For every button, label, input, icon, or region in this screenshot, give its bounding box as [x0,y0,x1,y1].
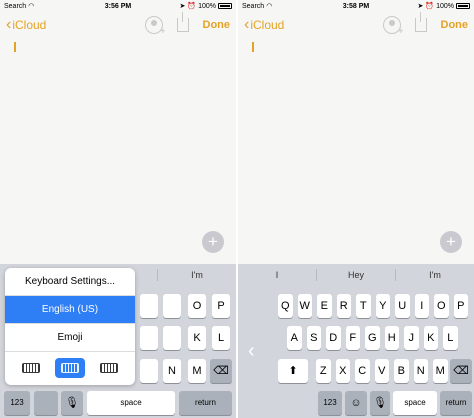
numbers-key[interactable]: 123 [318,391,342,415]
key-x[interactable]: X [335,359,350,383]
globe-key[interactable] [34,391,58,415]
key-i[interactable]: I [414,294,429,318]
shift-key[interactable]: ⬆ [278,359,308,383]
key-m[interactable]: M [433,359,448,383]
delete-key[interactable]: ⌫ [450,359,472,383]
back-button[interactable]: ‹ iCloud [244,16,285,33]
clock: 3:56 PM [104,2,132,10]
key-h[interactable]: H [384,326,399,350]
key-p[interactable]: P [453,294,468,318]
keyboard-gutter[interactable] [238,286,272,418]
key-n[interactable]: N [163,359,181,383]
key-o[interactable]: O [188,294,206,318]
key[interactable] [140,326,158,350]
key-f[interactable]: F [345,326,360,350]
left-keyboard-icon[interactable] [16,358,46,378]
key[interactable] [163,326,181,350]
chevron-left-icon: ‹ [6,16,12,33]
key-t[interactable]: T [356,294,371,318]
suggestion-3[interactable]: I'm [158,270,236,280]
key-l[interactable]: L [212,326,230,350]
add-icon[interactable]: + [440,231,462,253]
status-bar: Search ◠ 3:58 PM ➤ ⏰ 100% [238,0,474,12]
right-keyboard-icon[interactable] [94,358,124,378]
key-j[interactable]: J [404,326,419,350]
back-label: iCloud [12,18,47,32]
key-s[interactable]: S [306,326,321,350]
microphone-icon[interactable]: 🎙 [370,391,390,415]
key-k[interactable]: K [423,326,438,350]
suggestion-1[interactable]: I [238,270,316,280]
key-k[interactable]: K [188,326,206,350]
key[interactable] [140,359,158,383]
clock: 3:58 PM [342,2,370,10]
suggestion-bar: I Hey I'm [238,264,474,286]
add-people-icon[interactable] [382,16,404,36]
numbers-key[interactable]: 123 [4,391,30,415]
microphone-icon[interactable]: 🎙 [61,391,83,415]
add-icon[interactable]: + [202,231,224,253]
share-icon[interactable] [176,12,189,32]
back-button[interactable]: ‹ iCloud [6,16,47,33]
battery-icon [456,3,470,9]
done-button[interactable]: Done [203,19,231,31]
nav-bar: ‹ iCloud Done [238,12,474,38]
back-label: iCloud [250,18,285,32]
key[interactable] [163,294,181,318]
battery-icon [218,3,232,9]
space-key[interactable]: space [393,391,437,415]
add-people-icon[interactable] [144,16,166,36]
emoji-key[interactable]: ☺ [345,391,367,415]
full-keyboard-icon[interactable] [54,358,85,378]
key-l[interactable]: L [443,326,458,350]
chevron-left-icon[interactable]: ‹ [248,340,255,363]
key-q[interactable]: Q [278,294,293,318]
suggestion-3[interactable]: I'm [396,270,474,280]
key-d[interactable]: D [326,326,341,350]
key[interactable] [140,294,158,318]
return-key[interactable]: return [440,391,472,415]
key-e[interactable]: E [317,294,332,318]
key-w[interactable]: W [297,294,312,318]
done-button[interactable]: Done [441,19,469,31]
key-a[interactable]: A [287,326,302,350]
return-key[interactable]: return [179,391,232,415]
nav-bar: ‹ iCloud Done [0,12,236,38]
keyboard-mode-selector [5,352,135,384]
text-cursor [252,42,254,52]
menu-item-keyboard-settings[interactable]: Keyboard Settings... [5,268,135,296]
right-phone-screen: Search ◠ 3:58 PM ➤ ⏰ 100% ‹ iCloud Done … [238,0,474,418]
key-b[interactable]: B [394,359,409,383]
menu-item-emoji[interactable]: Emoji [5,324,135,352]
key-g[interactable]: G [365,326,380,350]
menu-item-english-us[interactable]: English (US) [5,296,135,324]
keyboard-menu: Keyboard Settings... English (US) Emoji [5,268,135,385]
key-m[interactable]: M [188,359,206,383]
space-key[interactable]: space [87,391,175,415]
share-icon[interactable] [414,12,427,32]
status-bar: Search ◠ 3:56 PM ➤ ⏰ 100% [0,0,236,12]
key-y[interactable]: Y [375,294,390,318]
key-c[interactable]: C [355,359,370,383]
text-cursor [14,42,16,52]
key-u[interactable]: U [395,294,410,318]
chevron-left-icon: ‹ [244,16,250,33]
key-p[interactable]: P [212,294,230,318]
left-phone-screen: Search ◠ 3:56 PM ➤ ⏰ 100% ‹ iCloud Done … [0,0,236,418]
key-v[interactable]: V [374,359,389,383]
key-z[interactable]: Z [316,359,331,383]
delete-key[interactable]: ⌫ [210,359,232,383]
key-o[interactable]: O [434,294,449,318]
suggestion-2[interactable]: Hey [317,270,395,280]
key-n[interactable]: N [413,359,428,383]
key-r[interactable]: R [336,294,351,318]
